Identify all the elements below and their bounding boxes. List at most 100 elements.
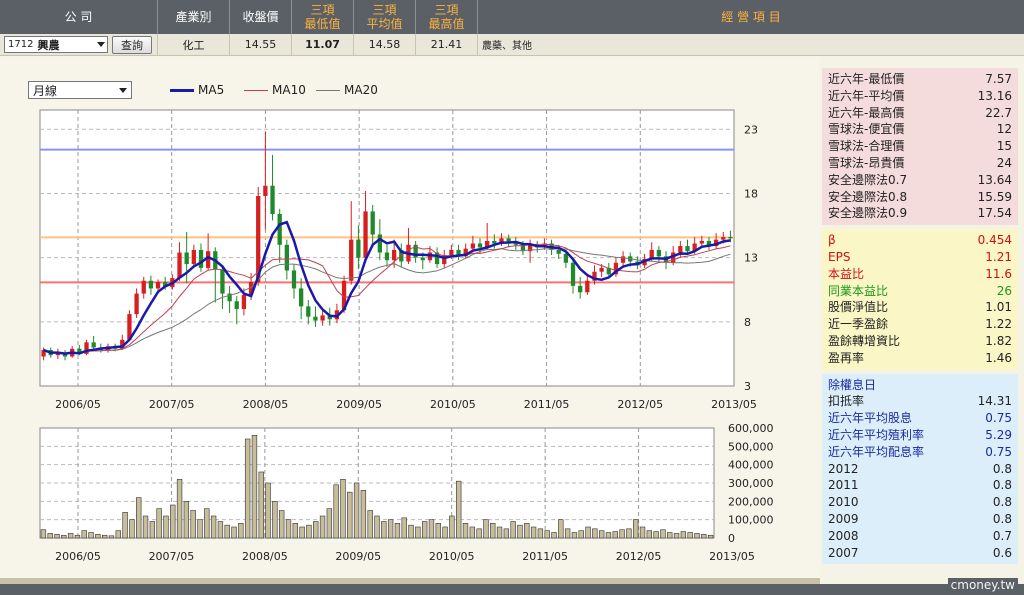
stat-row: 近一季盈餘 1.22 xyxy=(828,316,1012,333)
stat-row: 2012 0.8 xyxy=(828,461,1012,478)
stat-label: 2008 xyxy=(828,528,859,543)
volume-y-tick: 600,000 xyxy=(728,422,774,435)
candle-body xyxy=(91,342,96,348)
volume-bar xyxy=(197,519,203,539)
price-x-tick: 2013/05 xyxy=(711,398,757,411)
header-high: 三項 最高值 xyxy=(416,0,478,34)
stat-value: 11.6 xyxy=(985,266,1012,281)
volume-bar xyxy=(258,471,264,539)
legend-ma5: MA5 xyxy=(170,83,224,97)
candle-body xyxy=(392,249,397,261)
volume-bar xyxy=(142,515,149,539)
volume-x-tick: 2012/05 xyxy=(616,550,662,563)
volume-x-tick: 2007/05 xyxy=(149,550,195,563)
stock-name: 興農 xyxy=(37,38,60,52)
volume-bar xyxy=(61,534,67,539)
volume-bar xyxy=(401,517,407,539)
stat-value: 1.21 xyxy=(985,249,1012,264)
volume-bar xyxy=(626,528,632,539)
stat-label: EPS xyxy=(828,249,851,264)
volume-bar xyxy=(598,530,605,539)
stock-selector: 1712 興農 查詢 xyxy=(0,34,158,55)
volume-bar xyxy=(435,523,441,539)
price-y-tick: 8 xyxy=(744,316,751,329)
volume-y-tick: 500,000 xyxy=(728,440,774,453)
volume-bar xyxy=(122,512,128,539)
stat-value: 14.31 xyxy=(977,394,1012,409)
candle-body xyxy=(377,234,382,253)
volume-bar xyxy=(456,480,462,539)
avg-value: 14.58 xyxy=(354,34,416,55)
legend-ma20-label: MA20 xyxy=(344,83,378,97)
period-select[interactable]: 月線 xyxy=(28,81,132,99)
close-value: 14.55 xyxy=(230,34,292,55)
volume-bar xyxy=(313,521,319,539)
volume-bar xyxy=(367,510,373,539)
volume-bar xyxy=(421,521,428,539)
stat-row: 扣抵率 14.31 xyxy=(828,393,1012,410)
low-value: 11.07 xyxy=(292,34,354,55)
volume-bar xyxy=(353,482,360,539)
stat-label: 2009 xyxy=(828,511,859,526)
candle-body xyxy=(477,243,483,248)
stat-value: 22.7 xyxy=(985,105,1012,120)
volume-bar xyxy=(285,519,292,539)
volume-bar xyxy=(707,534,714,539)
stat-row: 安全邊際法0.7 13.64 xyxy=(828,172,1012,189)
stat-row: 除權息日 xyxy=(828,377,1012,394)
volume-bar xyxy=(238,523,244,539)
candle-body xyxy=(356,239,361,258)
volume-bar xyxy=(667,532,673,539)
candle-body xyxy=(284,244,289,271)
volume-bar xyxy=(88,532,94,539)
volume-bar xyxy=(551,532,557,539)
volume-bar xyxy=(149,521,156,539)
price-x-tick: 2008/05 xyxy=(243,398,289,411)
candle-body xyxy=(184,252,189,265)
header-avg-line2: 平均值 xyxy=(366,17,403,31)
volume-bar xyxy=(299,526,305,539)
legend-ma5-label: MA5 xyxy=(198,83,225,97)
price-x-tick: 2010/05 xyxy=(430,398,476,411)
brand-label: cmoney.tw xyxy=(947,578,1018,592)
volume-bar xyxy=(54,534,60,539)
volume-bar xyxy=(428,519,435,539)
volume-bar xyxy=(680,531,687,539)
volume-bar xyxy=(442,526,448,539)
stat-row: 近六年-最低價 7.57 xyxy=(828,71,1012,88)
header-low-line2: 最低值 xyxy=(304,17,341,31)
volume-bar xyxy=(483,519,489,539)
stat-value: 0.8 xyxy=(992,511,1012,526)
stat-row: 近六年平均殖利率 5.29 xyxy=(828,427,1012,444)
query-button[interactable]: 查詢 xyxy=(112,35,152,54)
stat-value: 0.8 xyxy=(992,495,1012,510)
header-business: 經 營 項 目 xyxy=(721,10,781,24)
volume-bar xyxy=(660,529,666,539)
volume-bar xyxy=(592,528,598,539)
volume-bar xyxy=(204,508,210,539)
candle-body xyxy=(277,213,282,245)
volume-bar xyxy=(612,531,618,539)
header-bar: 公 司 產業別 收盤價 三項 最低值 三項 平均值 三項 最高值 經 營 項 目 xyxy=(0,0,1024,34)
volume-bar xyxy=(333,484,339,539)
volume-x-tick: 2008/05 xyxy=(242,550,288,563)
volume-bar xyxy=(673,533,680,539)
stat-value: 0.6 xyxy=(992,545,1012,560)
candle-body xyxy=(678,246,683,253)
stock-combo[interactable]: 1712 興農 xyxy=(4,36,108,53)
volume-y-tick: 0 xyxy=(728,532,735,545)
stat-label: 雪球法-昂貴價 xyxy=(828,155,905,170)
chart-area: 月線 MA5 MA10 MA20 2006/05 2007/05 2008/05 20… xyxy=(0,57,820,584)
candle-body xyxy=(585,280,590,293)
candle-body xyxy=(270,185,275,214)
candle-body xyxy=(556,249,561,254)
volume-bar xyxy=(231,526,237,539)
candle-body xyxy=(728,237,733,239)
price-x-tick: 2007/05 xyxy=(149,398,195,411)
volume-bar xyxy=(394,523,401,539)
footer-bar xyxy=(0,584,1024,595)
volume-bar xyxy=(462,523,469,539)
stat-label: 盈再率 xyxy=(828,350,865,365)
stat-row: 近六年-平均價 13.16 xyxy=(828,88,1012,105)
volume-y-tick: 200,000 xyxy=(728,495,774,508)
